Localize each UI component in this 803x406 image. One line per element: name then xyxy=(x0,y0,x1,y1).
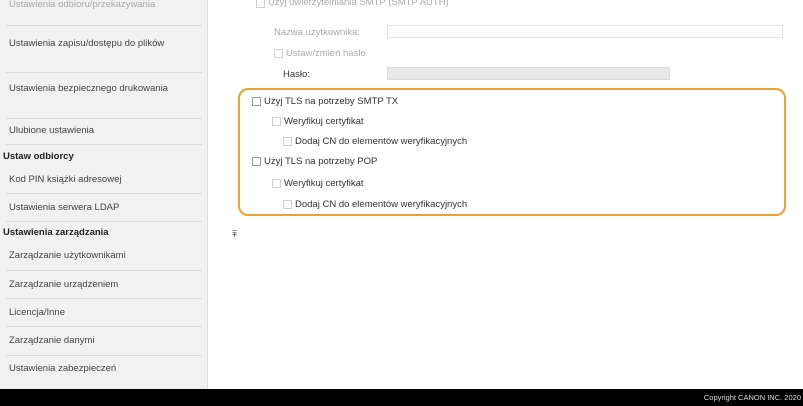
sidebar-heading-receive: Ustaw odbiorcy xyxy=(3,151,74,162)
sidebar-item-favorites[interactable]: Ulubione ustawienia xyxy=(9,124,199,138)
footer: Copyright CANON INC. 2020 xyxy=(0,389,803,406)
sidebar-item-security-settings[interactable]: Ustawienia zabezpieczeń xyxy=(9,362,199,376)
divider xyxy=(6,270,202,271)
sidebar-item-address-book-pin[interactable]: Kod PIN książki adresowej xyxy=(9,173,199,187)
divider xyxy=(6,118,202,119)
tls-pop-label: Użyj TLS na potrzeby POP xyxy=(264,156,378,167)
tls-smtp-option: Użyj TLS na potrzeby SMTP TX xyxy=(252,96,398,107)
add-cn-pop-option: Dodaj CN do elementów weryfikacyjnych xyxy=(283,199,467,210)
sidebar-item-secure-print[interactable]: Ustawienia bezpiecznego drukowania xyxy=(9,82,199,96)
divider xyxy=(6,193,202,194)
username-row: Nazwa użytkownika: xyxy=(274,27,360,38)
smtp-auth-checkbox[interactable] xyxy=(256,0,265,8)
password-row: Hasło: xyxy=(283,69,310,80)
divider xyxy=(6,221,202,222)
username-input[interactable] xyxy=(387,25,783,38)
divider xyxy=(6,72,202,73)
highlight-frame xyxy=(238,88,786,216)
tls-smtp-checkbox[interactable] xyxy=(252,97,261,106)
add-cn-pop-checkbox[interactable] xyxy=(283,200,292,209)
sidebar-item-file-access[interactable]: Ustawienia zapisu/dostępu do plików xyxy=(9,37,199,51)
sidebar-item-ldap-server[interactable]: Ustawienia serwera LDAP xyxy=(9,201,199,215)
add-cn-pop-label: Dodaj CN do elementów weryfikacyjnych xyxy=(295,199,468,210)
smtp-auth-option: Użyj uwierzytelniania SMTP (SMTP AUTH) xyxy=(256,0,449,8)
divider xyxy=(6,298,202,299)
copyright-text: Copyright CANON INC. 2020 xyxy=(703,393,801,402)
username-label: Nazwa użytkownika: xyxy=(274,27,361,38)
sidebar-item-device-management[interactable]: Zarządzanie urządzeniem xyxy=(9,278,199,292)
set-password-label: Ustaw/zmień hasło xyxy=(286,48,366,59)
divider xyxy=(6,326,202,327)
verify-cert-pop-label: Weryfikuj certyfikat xyxy=(284,178,364,189)
tls-pop-checkbox[interactable] xyxy=(252,157,261,166)
sidebar-item-user-management[interactable]: Zarządzanie użytkownikami xyxy=(9,249,199,263)
verify-cert-smtp-option: Weryfikuj certyfikat xyxy=(272,116,364,127)
divider xyxy=(6,144,202,145)
divider xyxy=(6,25,202,26)
password-input[interactable] xyxy=(387,67,670,80)
sidebar: Ustawienia odbioru/przekazywania Ustawie… xyxy=(0,0,208,389)
sidebar-heading-management: Ustawienia zarządzania xyxy=(3,227,109,238)
scroll-to-top-icon[interactable]: ⩱ xyxy=(232,229,237,240)
verify-cert-pop-checkbox[interactable] xyxy=(272,179,281,188)
sidebar-item-license-other[interactable]: Licencja/Inne xyxy=(9,306,199,320)
tls-smtp-label: Użyj TLS na potrzeby SMTP TX xyxy=(264,96,399,107)
sidebar-item-data-management[interactable]: Zarządzanie danymi xyxy=(9,334,199,348)
sidebar-item-receive-forward[interactable]: Ustawienia odbioru/przekazywania xyxy=(9,0,199,9)
verify-cert-smtp-label: Weryfikuj certyfikat xyxy=(284,116,364,127)
verify-cert-pop-option: Weryfikuj certyfikat xyxy=(272,178,364,189)
smtp-auth-label: Użyj uwierzytelniania SMTP (SMTP AUTH) xyxy=(268,0,449,8)
divider xyxy=(6,355,202,356)
set-password-checkbox[interactable] xyxy=(274,49,283,58)
verify-cert-smtp-checkbox[interactable] xyxy=(272,117,281,126)
add-cn-smtp-checkbox[interactable] xyxy=(283,137,292,146)
set-password-option: Ustaw/zmień hasło xyxy=(274,48,366,59)
add-cn-smtp-label: Dodaj CN do elementów weryfikacyjnych xyxy=(295,136,468,147)
add-cn-smtp-option: Dodaj CN do elementów weryfikacyjnych xyxy=(283,136,467,147)
tls-pop-option: Użyj TLS na potrzeby POP xyxy=(252,156,377,167)
password-label: Hasło: xyxy=(283,69,310,80)
